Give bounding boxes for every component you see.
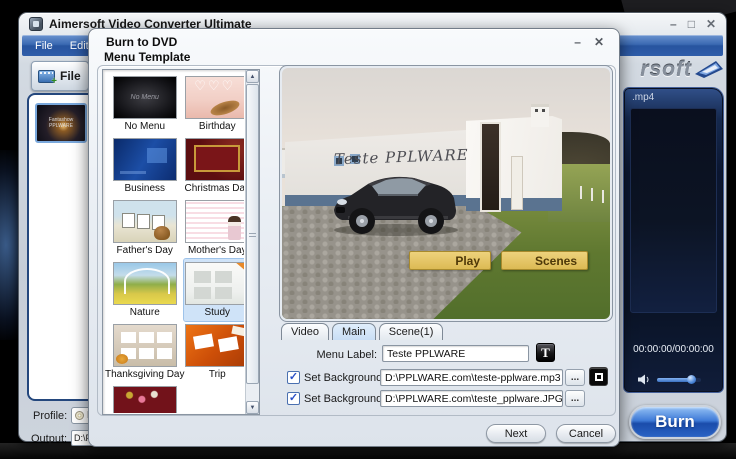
template-label: Nature	[130, 307, 160, 318]
template-label: Trip	[209, 369, 226, 380]
template-thumbnail	[185, 200, 244, 243]
template-thumbnail	[113, 138, 177, 181]
tab-video[interactable]: Video	[281, 323, 329, 340]
template-item[interactable]: Nature	[105, 259, 184, 321]
preview-tab-bar: Video Main Scene(1)	[281, 323, 443, 340]
template-thumbnail	[185, 324, 244, 367]
volume-fill	[657, 378, 689, 382]
menu-label-caption: Menu Label:	[279, 349, 377, 361]
template-item[interactable]: Father's Day	[105, 197, 184, 259]
add-file-button[interactable]: File	[31, 61, 89, 91]
menu-file[interactable]: File	[35, 40, 53, 52]
close-icon[interactable]: ✕	[706, 18, 716, 30]
photo-chimney	[531, 104, 549, 127]
media-list-panel: Fantashow PPLWARE	[27, 93, 95, 401]
template-thumb-text: No Menu	[131, 94, 159, 101]
profile-label: Profile:	[33, 410, 67, 422]
template-item[interactable]: Birthday	[184, 73, 244, 135]
template-grid: No Menu No Menu Birthday Business Christ…	[104, 71, 244, 413]
dialog-title: Burn to DVD	[106, 35, 177, 49]
aimersoft-logo: rsoft	[619, 55, 725, 85]
minimize-icon[interactable]: –	[670, 18, 677, 30]
volume-knob[interactable]	[687, 375, 696, 384]
menu-preview-box: Teste PPLWARE	[279, 65, 613, 322]
time-display: 00:00:00/00:00:00	[624, 344, 723, 355]
template-thumbnail	[185, 262, 244, 305]
photo-fence	[580, 186, 582, 199]
volume-slider[interactable]	[657, 378, 701, 382]
dvd-disc-icon	[75, 411, 84, 420]
aimersoft-logo-text: rsoft	[640, 58, 692, 82]
photo-house-door	[482, 124, 499, 210]
menu-template-label: Menu Template	[104, 50, 190, 64]
template-list: No Menu No Menu Birthday Business Christ…	[102, 69, 260, 415]
template-item[interactable]: Trip	[184, 321, 244, 383]
dialog-close-icon[interactable]: ✕	[594, 35, 604, 49]
template-thumbnail: No Menu	[113, 76, 177, 119]
maximize-icon[interactable]: □	[688, 18, 695, 30]
template-thumbnail	[185, 138, 244, 181]
template-item[interactable]	[105, 383, 184, 413]
menu-preview: Teste PPLWARE	[282, 68, 610, 319]
desktop: Aimersoft Video Converter Ultimate – □ ✕…	[0, 0, 736, 459]
player-panel: .mp4 00:00:00/00:00:00	[623, 87, 724, 393]
car-illustration	[328, 166, 464, 238]
template-label: No Menu	[124, 121, 165, 132]
template-thumbnail	[113, 262, 177, 305]
speaker-icon[interactable]	[638, 374, 651, 385]
template-item[interactable]: No Menu No Menu	[105, 73, 184, 135]
menu-play-button[interactable]: Play	[409, 251, 491, 270]
template-item[interactable]: Mother's Day	[184, 197, 244, 259]
template-label: Thanksgiving Day	[105, 369, 184, 380]
burn-button[interactable]: Burn	[629, 405, 721, 439]
template-thumbnail	[113, 386, 177, 413]
template-item[interactable]: Christmas Day	[184, 135, 244, 197]
burn-to-dvd-dialog: Burn to DVD – ✕ Menu Template No Menu No…	[88, 28, 620, 447]
browse-picture-button[interactable]: ...	[565, 390, 585, 407]
template-thumbnail	[113, 200, 177, 243]
template-thumbnail	[113, 324, 177, 367]
template-label: Christmas Day	[184, 183, 244, 194]
tab-scene[interactable]: Scene(1)	[379, 323, 444, 340]
font-button[interactable]: T	[536, 343, 555, 362]
menu-scenes-button[interactable]: Scenes	[501, 251, 588, 270]
menu-edit[interactable]: Edit	[70, 40, 89, 52]
browse-music-button[interactable]: ...	[565, 369, 585, 386]
cancel-button[interactable]: Cancel	[556, 424, 616, 443]
dialog-minimize-icon[interactable]: –	[574, 35, 581, 49]
stop-icon	[595, 373, 603, 381]
scroll-up-icon[interactable]: ▲	[246, 70, 259, 83]
add-file-button-label: File	[60, 69, 81, 83]
tab-main[interactable]: Main	[332, 323, 376, 340]
video-clip-thumbnail[interactable]: Fantashow PPLWARE	[35, 103, 87, 143]
scroll-down-icon[interactable]: ▼	[246, 401, 259, 414]
video-preview-screen	[630, 108, 717, 313]
template-scrollbar[interactable]: ▲ ▼	[245, 70, 259, 414]
background-picture-path-input[interactable]: D:\PPLWARE.com\teste_pplware.JPG	[380, 390, 563, 407]
template-label: Mother's Day	[188, 245, 244, 256]
background-music-path-input[interactable]: D:\PPLWARE.com\teste-pplware.mp3	[380, 369, 563, 386]
next-button[interactable]: Next	[486, 424, 546, 443]
background-picture-checkbox[interactable]	[287, 392, 300, 405]
app-icon	[29, 17, 43, 31]
aimersoft-logo-arrow-icon	[693, 59, 725, 81]
add-video-icon	[38, 70, 55, 83]
menu-label-input[interactable]: Teste PPLWARE	[382, 345, 529, 362]
background-music-checkbox[interactable]	[287, 371, 300, 384]
template-item[interactable]: Study	[184, 259, 244, 321]
scrollbar-thumb[interactable]	[246, 84, 259, 384]
scrollbar-grip	[249, 231, 256, 237]
template-label: Father's Day	[117, 245, 173, 256]
file-extension-label: .mp4	[632, 92, 654, 103]
output-label: Output:	[31, 433, 67, 445]
template-item[interactable]: Thanksgiving Day	[105, 321, 184, 383]
template-thumbnail	[185, 76, 244, 119]
template-item[interactable]: Business	[105, 135, 184, 197]
template-label: Birthday	[199, 121, 236, 132]
video-clip-label: Fantashow PPLWARE	[37, 117, 85, 129]
template-label: Study	[204, 307, 230, 318]
photo-side-door	[511, 156, 523, 210]
stop-music-button[interactable]	[589, 367, 608, 386]
template-label: Business	[124, 183, 165, 194]
